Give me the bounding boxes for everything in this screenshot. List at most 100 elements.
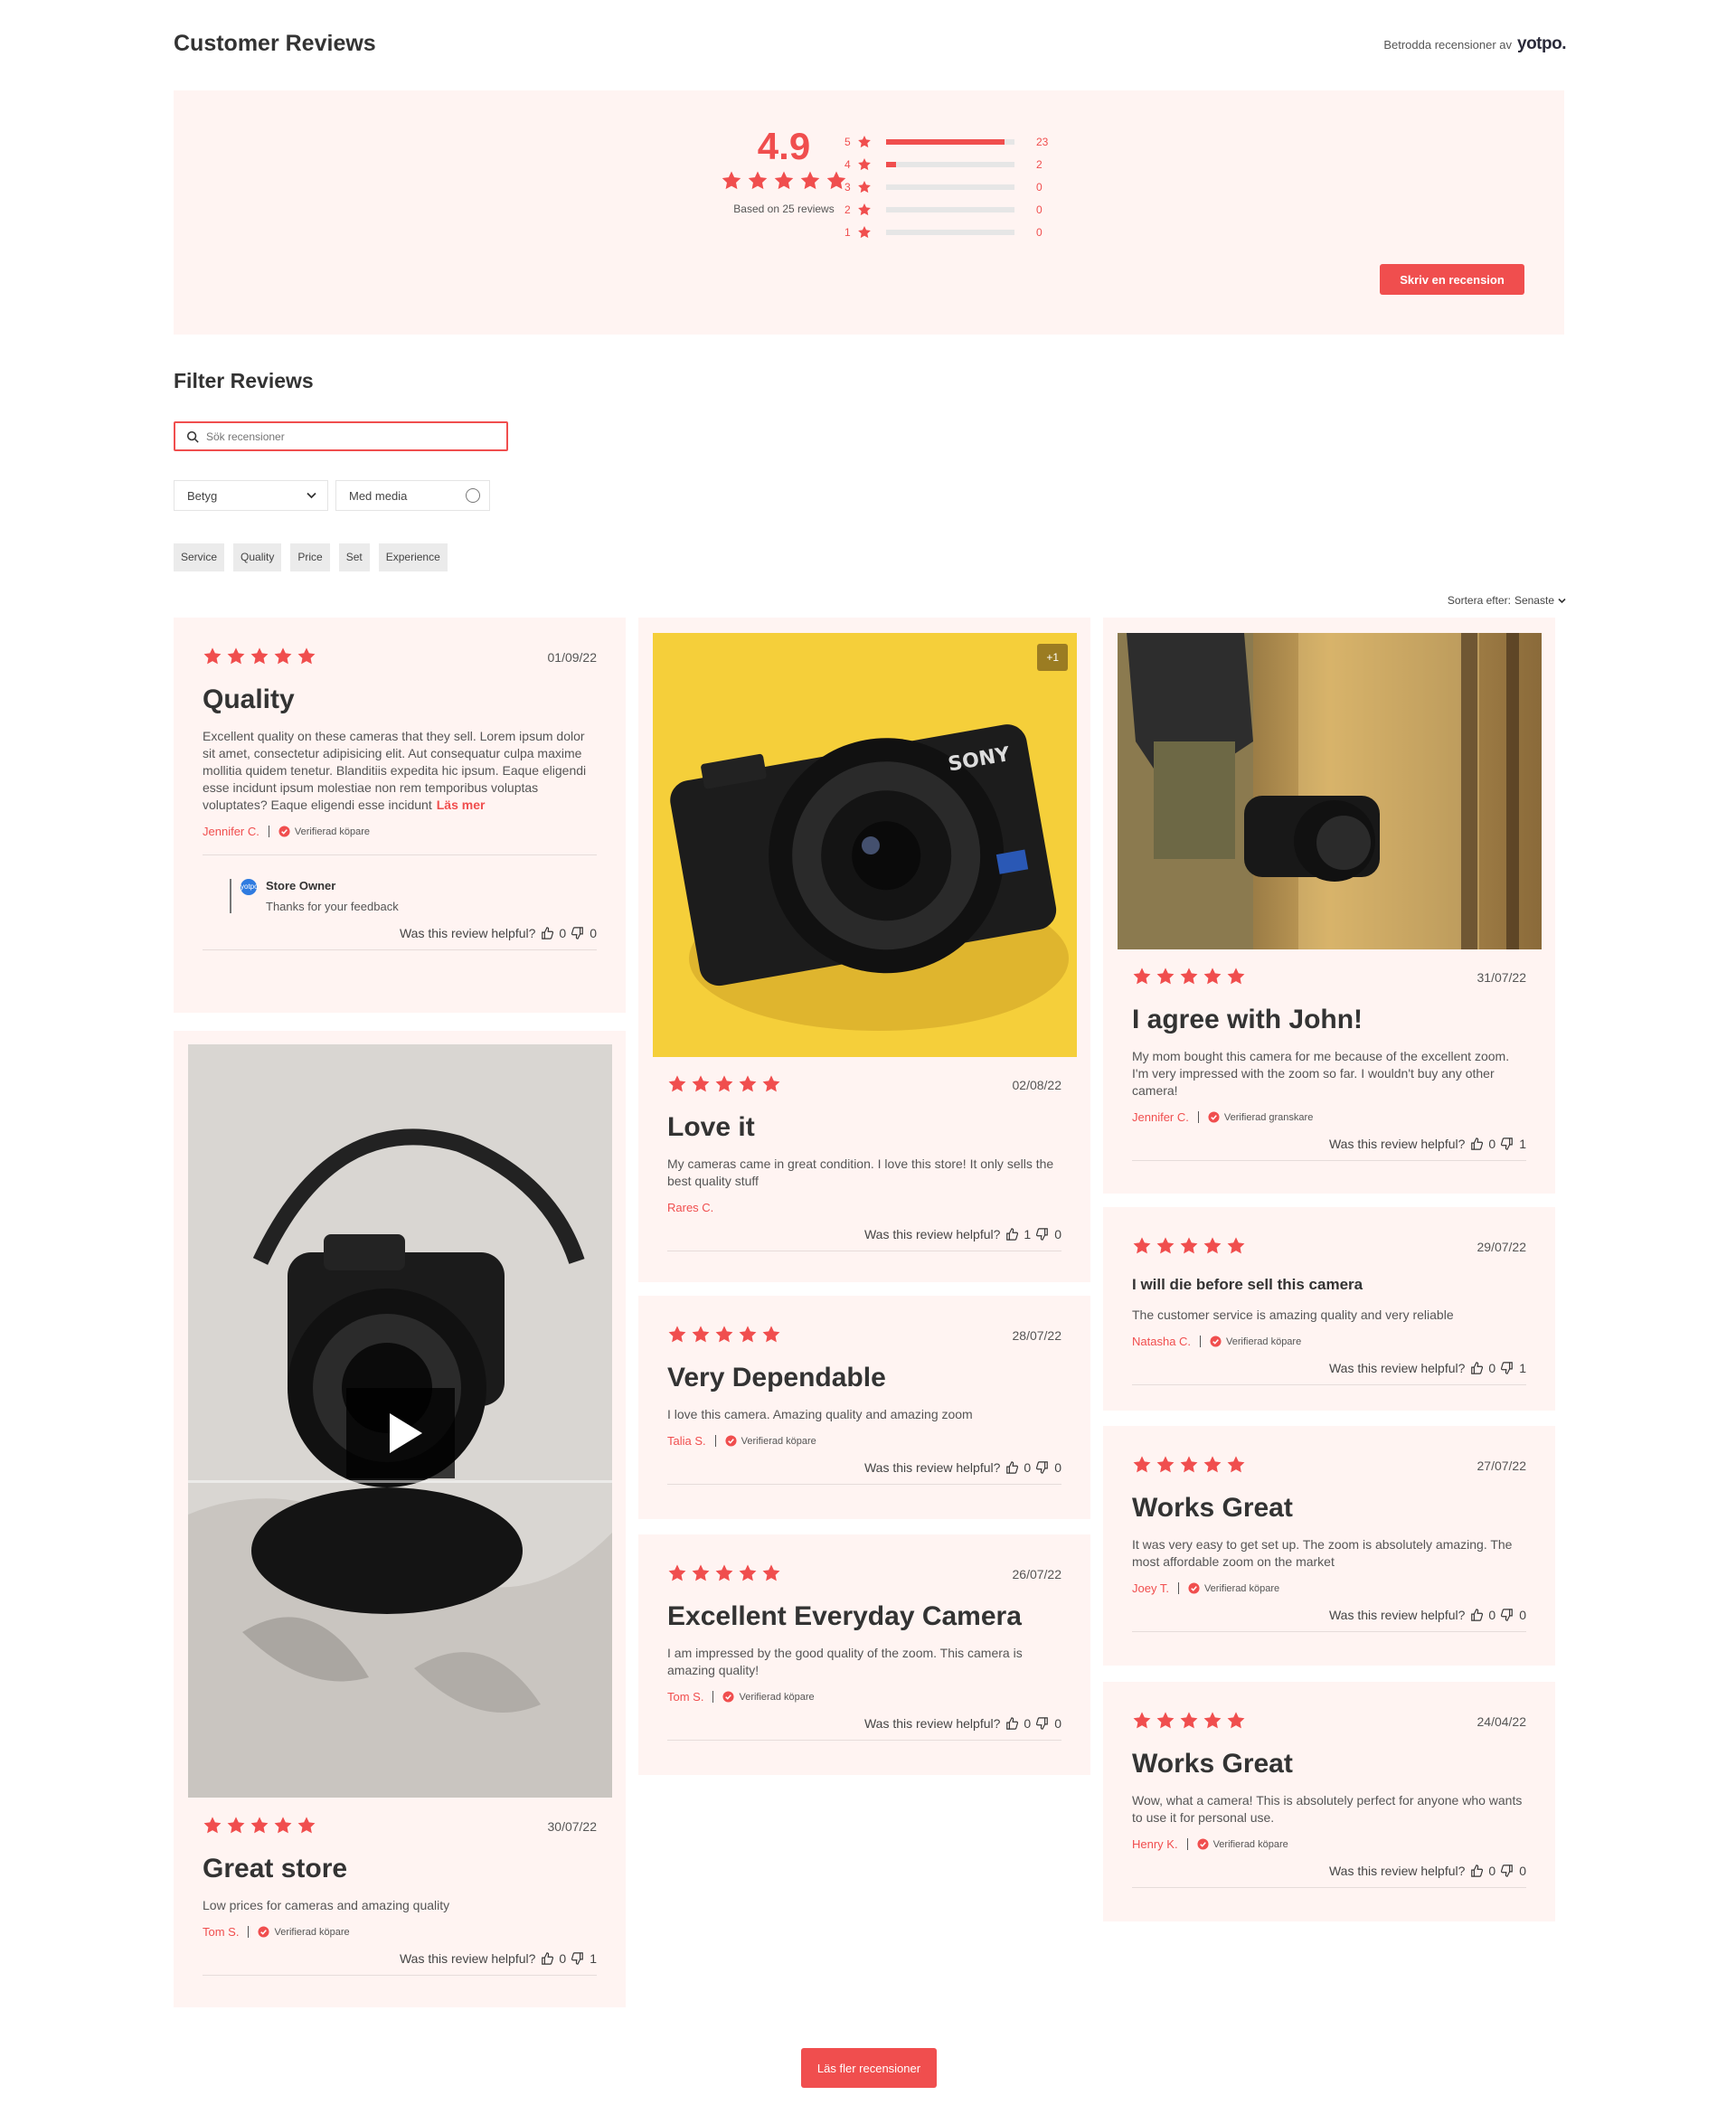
- star-level: 4: [844, 157, 851, 171]
- thumbs-up-icon[interactable]: [541, 1952, 554, 1965]
- review-author: Natasha C. Verifierad köpare: [1132, 1335, 1526, 1348]
- media-toggle[interactable]: Med media: [335, 480, 490, 511]
- review-title: Great store: [203, 1854, 348, 1883]
- yotpo-logo[interactable]: yotpo.: [1517, 34, 1567, 54]
- helpful-label: Was this review helpful?: [399, 1951, 536, 1966]
- star-icon: [667, 1325, 687, 1345]
- thumbs-down-icon[interactable]: [1501, 1864, 1514, 1877]
- thumbs-down-icon[interactable]: [571, 1952, 584, 1965]
- more-media-badge[interactable]: +1: [1037, 644, 1068, 671]
- histogram-row[interactable]: 5 23: [844, 130, 1048, 153]
- star-icon: [297, 1816, 316, 1836]
- rating-select[interactable]: Betyg: [174, 480, 328, 511]
- search-box[interactable]: [174, 421, 508, 451]
- review-author: Joey T. Verifierad köpare: [1132, 1581, 1526, 1595]
- star-icon: [1203, 967, 1222, 986]
- verified-label: Verifierad köpare: [1212, 1838, 1288, 1850]
- thumbs-up-icon[interactable]: [1005, 1228, 1019, 1241]
- star-icon: [858, 180, 871, 193]
- play-icon[interactable]: [346, 1388, 455, 1496]
- verified-icon: [258, 1926, 270, 1938]
- author-name[interactable]: Jennifer C.: [203, 825, 259, 838]
- thumbs-up-icon[interactable]: [1470, 1138, 1484, 1150]
- author-name[interactable]: Natasha C.: [1132, 1335, 1191, 1348]
- star-count: 0: [1036, 225, 1043, 239]
- tag-experience[interactable]: Experience: [378, 543, 448, 571]
- histogram-bar: [886, 138, 1014, 145]
- review-body: The customer service is amazing quality …: [1132, 1307, 1454, 1322]
- search-input[interactable]: [206, 430, 477, 443]
- write-review-button[interactable]: Skriv en recension: [1380, 264, 1524, 295]
- review-author: Jennifer C. Verifierad köpare: [203, 825, 597, 838]
- star-icon: [1156, 1711, 1175, 1731]
- thumbs-down-icon[interactable]: [571, 927, 584, 939]
- divider: [203, 854, 597, 855]
- author-name[interactable]: Rares C.: [667, 1201, 713, 1214]
- thumbs-up-icon[interactable]: [1470, 1362, 1484, 1374]
- thumbs-down-icon[interactable]: [1036, 1717, 1049, 1730]
- review-date: 28/07/22: [1012, 1328, 1062, 1343]
- thumbs-down-icon[interactable]: [1501, 1138, 1514, 1150]
- author-name[interactable]: Joey T.: [1132, 1581, 1169, 1595]
- owner-reply-text: Thanks for your feedback: [266, 900, 399, 913]
- thumbs-down-icon[interactable]: [1501, 1362, 1514, 1374]
- thumbs-down-icon[interactable]: [1036, 1461, 1049, 1474]
- star-icon: [297, 647, 316, 666]
- tag-set[interactable]: Set: [338, 543, 370, 571]
- star-count: 23: [1036, 135, 1049, 148]
- media-radio[interactable]: [466, 488, 480, 503]
- verified-label: Verifierad köpare: [1203, 1582, 1280, 1594]
- thumbs-down-icon[interactable]: [1501, 1609, 1514, 1621]
- author-name[interactable]: Henry K.: [1132, 1837, 1178, 1851]
- star-icon: [250, 1816, 269, 1836]
- author-name[interactable]: Tom S.: [203, 1925, 239, 1939]
- tag-service[interactable]: Service: [174, 543, 225, 571]
- topic-tags: Service Quality Price Set Experience: [174, 543, 448, 571]
- star-level: 5: [844, 135, 851, 148]
- thumbs-up-icon[interactable]: [1470, 1609, 1484, 1621]
- thumbs-up-icon[interactable]: [1005, 1461, 1019, 1474]
- histogram-row[interactable]: 30: [844, 175, 1048, 198]
- thumbs-up-icon[interactable]: [1005, 1717, 1019, 1730]
- review-video[interactable]: [188, 1044, 612, 1798]
- thumbs-up-icon[interactable]: [1470, 1864, 1484, 1877]
- average-stars: [716, 170, 852, 192]
- review-author: Tom S. Verifierad köpare: [203, 1925, 597, 1939]
- review-image[interactable]: SONY +1: [653, 633, 1077, 1057]
- sort-label: Sortera efter:: [1447, 594, 1511, 607]
- star-icon: [1132, 967, 1152, 986]
- load-more-button[interactable]: Läs fler recensioner: [801, 2048, 937, 2088]
- sort-select[interactable]: Sortera efter: Senaste: [1448, 594, 1566, 607]
- review-body: Low prices for cameras and amazing quali…: [203, 1898, 450, 1912]
- author-name[interactable]: Jennifer C.: [1132, 1110, 1189, 1124]
- up-count: 0: [1024, 1716, 1032, 1731]
- histogram-row[interactable]: 20: [844, 198, 1048, 221]
- review-card: 24/04/22 Works Great Wow, what a camera!…: [1103, 1682, 1555, 1921]
- star-icon: [1132, 1236, 1152, 1256]
- review-card: SONY +1 02/08/22 Love it My cameras came…: [638, 618, 1090, 1282]
- review-image[interactable]: [1118, 633, 1542, 949]
- star-icon: [1203, 1455, 1222, 1475]
- tag-price[interactable]: Price: [290, 543, 330, 571]
- review-date: 01/09/22: [547, 650, 598, 665]
- tag-quality[interactable]: Quality: [233, 543, 282, 571]
- review-date: 27/07/22: [1477, 1458, 1527, 1473]
- author-name[interactable]: Tom S.: [667, 1690, 703, 1704]
- review-date: 31/07/22: [1477, 970, 1527, 985]
- histogram-row[interactable]: 10: [844, 221, 1048, 243]
- star-icon: [667, 1074, 687, 1094]
- review-body: I love this camera. Amazing quality and …: [667, 1407, 973, 1421]
- thumbs-down-icon[interactable]: [1036, 1228, 1049, 1241]
- review-date: 26/07/22: [1012, 1567, 1062, 1581]
- star-icon: [691, 1074, 711, 1094]
- thumbs-up-icon[interactable]: [541, 927, 554, 939]
- histogram-row[interactable]: 42: [844, 153, 1048, 175]
- up-count: 0: [1024, 1460, 1032, 1475]
- author-name[interactable]: Talia S.: [667, 1434, 706, 1448]
- star-icon: [273, 1816, 293, 1836]
- helpful-votes: Was this review helpful? 0 0: [667, 1460, 1061, 1485]
- trusted-by: Betrodda recensioner av yotpo.: [1383, 34, 1566, 54]
- star-icon: [691, 1325, 711, 1345]
- review-author: Rares C.: [667, 1201, 1061, 1214]
- read-more-link[interactable]: Läs mer: [437, 798, 486, 812]
